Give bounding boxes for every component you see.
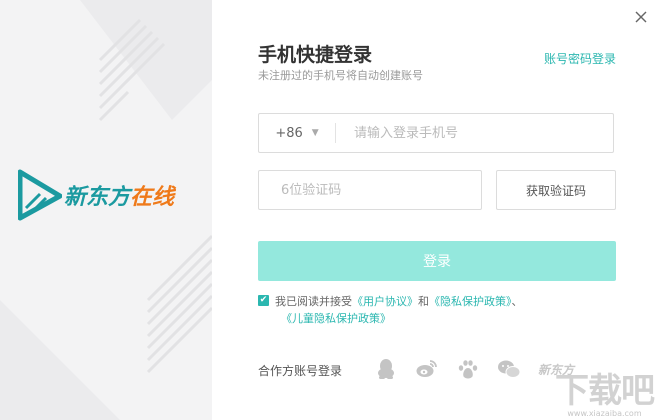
baidu-login-button[interactable] [456, 357, 480, 381]
partner-login-label: 合作方账号登录 [258, 364, 343, 378]
brand-panel: 新东方在线 [0, 0, 212, 420]
qq-login-button[interactable] [374, 357, 398, 381]
agreement-prefix: 我已阅读并接受 [275, 295, 352, 308]
user-agreement-link[interactable]: 《用户协议》 [352, 295, 418, 308]
xdf-logo: 新东方在线 [18, 168, 174, 222]
watermark: 下载吧 www.xiazaiba.com [555, 371, 655, 418]
page-title: 手机快捷登录 [258, 44, 373, 66]
logo-wordmark: 新东方在线 [64, 185, 175, 210]
weibo-login-button[interactable] [415, 357, 439, 381]
chevron-down-icon: ▼ [311, 128, 319, 138]
page-subtitle: 未注册过的手机号将自动创建账号 [258, 69, 423, 82]
qq-icon [378, 359, 394, 379]
privacy-policy-link[interactable]: 《隐私保护政策》 [429, 295, 512, 308]
baidu-icon [458, 360, 478, 379]
logo-mark-icon [18, 169, 62, 221]
agreement-separator: 、 [511, 295, 523, 308]
agree-checkbox[interactable]: ✔ [258, 295, 269, 306]
close-button[interactable] [630, 6, 652, 28]
agreement-line-2: 《儿童隐私保护政策》 [281, 310, 391, 327]
country-code-value: +86 [275, 125, 303, 141]
watermark-url: www.xiazaiba.com [567, 409, 642, 418]
login-window: 新东方在线 手机快捷登录 未注册过的手机号将自动创建账号 账号密码登录 +86 … [0, 0, 660, 420]
weibo-icon [416, 360, 437, 377]
wechat-login-button[interactable] [497, 357, 521, 381]
login-button[interactable]: 登录 [258, 241, 616, 281]
wechat-icon [498, 360, 521, 378]
get-code-button[interactable]: 获取验证码 [496, 170, 616, 210]
password-login-link[interactable]: 账号密码登录 [544, 50, 616, 67]
phone-field-group: +86 ▼ [258, 113, 614, 153]
watermark-main: 下载吧 [555, 371, 655, 411]
agreement-and: 和 [418, 295, 429, 308]
children-privacy-link[interactable]: 《儿童隐私保护政策》 [281, 312, 391, 325]
checkmark-icon: ✔ [259, 295, 268, 305]
verification-code-input[interactable] [258, 170, 482, 210]
partner-login-icons: 新东方 [374, 357, 574, 381]
close-icon [635, 11, 647, 23]
country-code-select[interactable]: +86 ▼ [259, 126, 335, 141]
phone-input[interactable] [336, 114, 613, 152]
agreement-line-1: 我已阅读并接受《用户协议》和《隐私保护政策》、 [275, 293, 523, 310]
